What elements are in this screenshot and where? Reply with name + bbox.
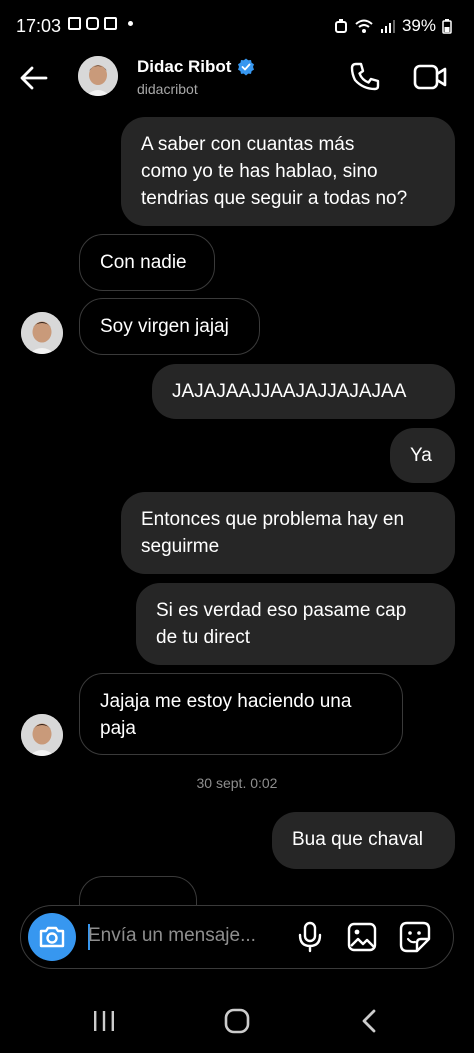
home-icon[interactable]: [224, 1008, 250, 1034]
profile-photo-icon: [78, 56, 118, 96]
microphone-icon[interactable]: [296, 920, 324, 954]
contact-name[interactable]: Didac Ribot: [137, 57, 255, 77]
battery-icon: [442, 19, 452, 34]
more-notifications-icon: [128, 21, 133, 26]
back-arrow-icon[interactable]: [18, 62, 50, 94]
camera-button[interactable]: [28, 913, 76, 961]
contact-name-text: Didac Ribot: [137, 57, 232, 76]
status-bar: 17:03 39%: [0, 0, 474, 50]
message-bubble-received[interactable]: Jajaja me estoy haciendo una paja: [79, 673, 403, 755]
contact-photo-icon: [21, 312, 63, 354]
video-call-icon[interactable]: [412, 60, 448, 94]
alarm-icon: [334, 19, 347, 33]
phone-call-icon[interactable]: [348, 60, 382, 94]
app-notification-icon: [104, 17, 117, 30]
signal-icon: [380, 20, 395, 33]
camera-icon: [39, 926, 65, 948]
message-bubble-sent[interactable]: Bua que chaval: [272, 812, 455, 869]
contact-photo-icon: [21, 714, 63, 756]
message-input[interactable]: Envía un mensaje...: [88, 925, 256, 947]
verified-badge-icon: [238, 58, 255, 76]
message-bubble-sent[interactable]: Entonces que problema hay en seguirme: [121, 492, 455, 574]
message-bubble-sent[interactable]: Si es verdad eso pasame cap de tu direct: [136, 583, 455, 665]
wifi-icon: [355, 19, 373, 33]
message-bubble-received[interactable]: Con nadie: [79, 234, 215, 291]
status-time: 17:03: [16, 16, 62, 36]
status-right: 39%: [334, 16, 452, 36]
message-bubble-received[interactable]: Soy virgen jajaj: [79, 298, 260, 355]
notification-icons: [68, 17, 133, 30]
contact-avatar-small: [21, 714, 63, 756]
date-separator: 30 sept. 0:02: [196, 775, 278, 791]
recent-apps-icon[interactable]: [92, 1010, 116, 1032]
profile-avatar[interactable]: [78, 56, 118, 96]
gallery-icon[interactable]: [346, 920, 378, 954]
contact-avatar-small: [21, 312, 63, 354]
battery-level: 39%: [401, 16, 436, 35]
instagram-notification-icon: [86, 17, 99, 30]
message-bubble-sent[interactable]: JAJAJAAJJAAJAJJAJAJAA: [152, 364, 455, 419]
message-bubble-sent[interactable]: Ya: [390, 428, 455, 483]
sticker-icon[interactable]: [398, 920, 432, 954]
contact-username: didacribot: [137, 81, 198, 97]
gallery-notification-icon: [68, 17, 81, 30]
system-back-icon[interactable]: [358, 1008, 380, 1034]
message-bubble-sent[interactable]: A saber con cuantas más como yo te has h…: [121, 117, 455, 226]
